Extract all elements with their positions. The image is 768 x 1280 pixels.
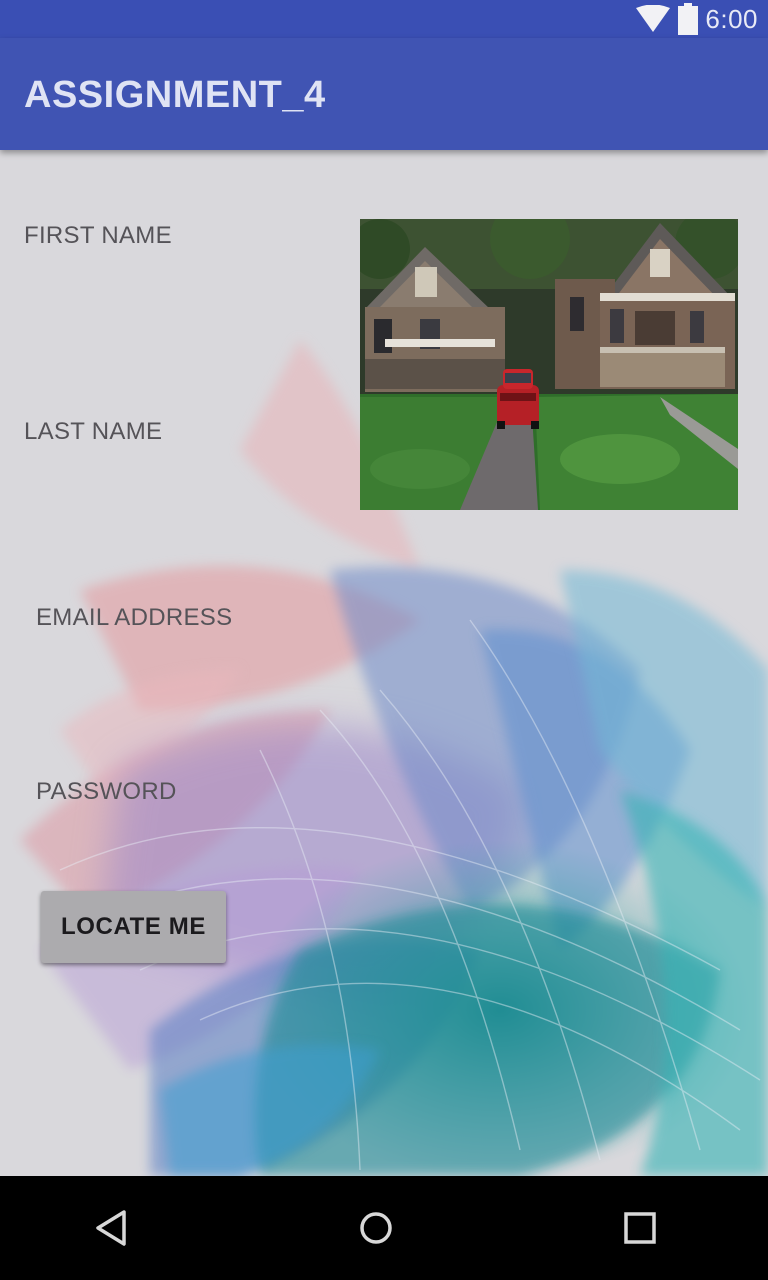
email-address-label: EMAIL ADDRESS	[36, 604, 233, 631]
status-icons: 6:00	[635, 0, 758, 38]
house-photo	[360, 219, 738, 510]
battery-icon	[677, 3, 699, 35]
last-name-label: LAST NAME	[24, 418, 163, 445]
app-title: ASSIGNMENT_4	[24, 74, 326, 116]
form-content: FIRST NAME LAST NAME EMAIL ADDRESS PASSW…	[0, 150, 768, 1176]
status-bar: 6:00	[0, 0, 768, 38]
first-name-label: FIRST NAME	[24, 222, 172, 249]
navigation-bar	[0, 1176, 768, 1280]
recent-apps-icon[interactable]	[616, 1204, 664, 1252]
app-bar: ASSIGNMENT_4	[0, 38, 768, 150]
wifi-icon	[635, 5, 671, 33]
password-label: PASSWORD	[36, 778, 177, 805]
locate-me-button[interactable]: LOCATE ME	[41, 891, 226, 963]
status-time: 6:00	[705, 3, 758, 34]
back-icon[interactable]	[90, 1204, 138, 1252]
home-icon[interactable]	[352, 1204, 400, 1252]
